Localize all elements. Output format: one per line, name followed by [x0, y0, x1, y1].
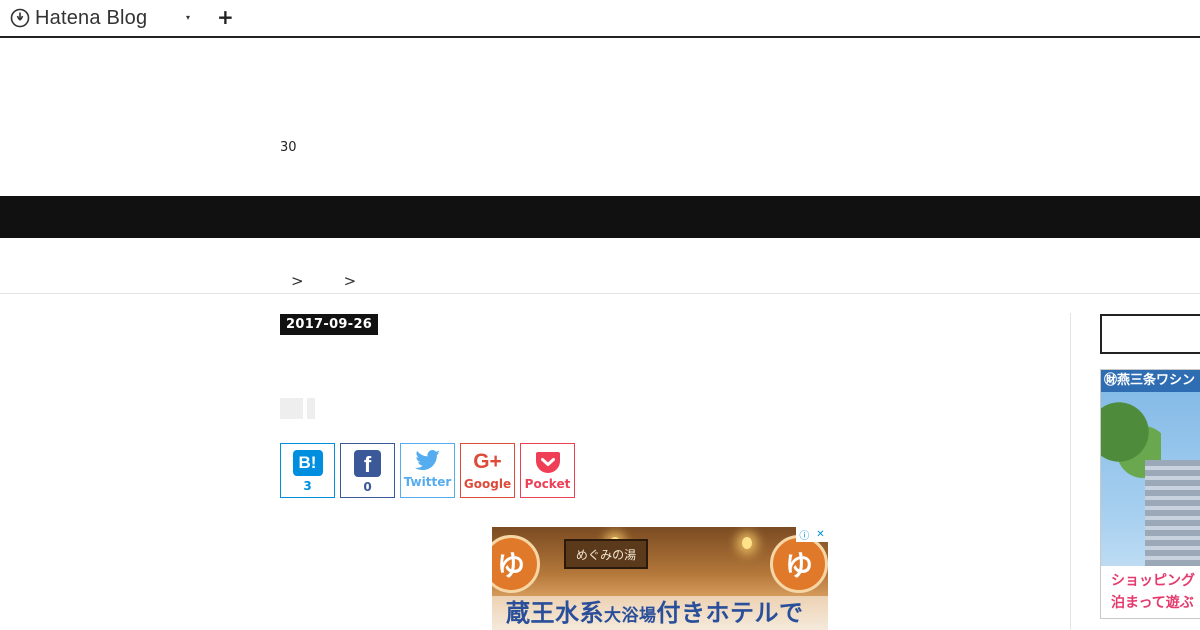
- breadcrumb-separator: >: [291, 272, 304, 290]
- hatena-bookmark-count: 3: [303, 479, 312, 493]
- pocket-icon: [535, 452, 560, 473]
- sidebar-search-input[interactable]: [1100, 314, 1200, 354]
- ad-close-icon[interactable]: ✕: [816, 529, 824, 540]
- title-placeholder: [280, 398, 303, 419]
- twitter-bird-icon: [414, 450, 440, 471]
- breadcrumb-separator: >: [343, 272, 357, 290]
- facebook-share-count: 0: [363, 480, 372, 494]
- facebook-share-button[interactable]: f 0: [340, 443, 395, 498]
- ad-headline: 蔵王水系大浴場付きホテルで: [506, 593, 804, 628]
- add-plus-icon[interactable]: +: [217, 6, 234, 28]
- pocket-label: Pocket: [524, 477, 571, 491]
- sidebar-advertisement[interactable]: ㊖燕三条ワシン ショッピング 泊まって遊ぶ: [1100, 369, 1200, 619]
- twitter-share-button[interactable]: Twitter: [400, 443, 455, 498]
- breadcrumb-link-home[interactable]: [279, 276, 283, 290]
- onsen-mark-icon: ゆ: [770, 535, 828, 593]
- facebook-icon: f: [354, 450, 381, 477]
- title-placeholder: [307, 398, 315, 419]
- google-plus-icon: G+: [473, 450, 502, 473]
- pocket-share-button[interactable]: Pocket: [520, 443, 575, 498]
- onsen-mark-icon: ゆ: [492, 535, 540, 593]
- ad-copy-line: ショッピング: [1111, 573, 1195, 589]
- ad-copy-line: 泊まって遊ぶ: [1111, 595, 1194, 611]
- breadcrumb-link-category[interactable]: [316, 276, 336, 290]
- hatena-blog-logo[interactable]: Hatena Blog: [10, 5, 147, 31]
- ad-headline-part: 付きホテルで: [656, 599, 804, 627]
- dropdown-caret-icon[interactable]: ▾: [186, 13, 190, 22]
- adchoices[interactable]: ⓘ ✕: [796, 527, 828, 542]
- ad-copy: ショッピング 泊まって遊ぶ: [1101, 566, 1200, 618]
- hatena-bookmark-button[interactable]: B! 3: [280, 443, 335, 498]
- ad-headline-part: 蔵王水系: [506, 599, 604, 627]
- advertisement-banner[interactable]: ゆ めぐみの湯 ゆ 蔵王水系大浴場付きホテルで ⓘ ✕: [492, 527, 828, 630]
- ad-brand-label: ㊖燕三条ワシン: [1101, 370, 1200, 392]
- ad-sign: めぐみの湯: [564, 539, 648, 569]
- ad-headline-part: 大浴場: [604, 606, 657, 626]
- share-buttons: B! 3 f 0 Twitter G+ Google Pocket: [280, 443, 575, 498]
- google-plus-share-button[interactable]: G+ Google: [460, 443, 515, 498]
- global-header: Hatena Blog ▾ +: [0, 0, 1200, 38]
- blog-header-text: 30: [280, 140, 297, 155]
- building-decoration: [1145, 460, 1200, 570]
- adchoices-info-icon[interactable]: ⓘ: [799, 527, 809, 542]
- global-nav-bar: [0, 196, 1200, 238]
- breadcrumb: > >: [279, 270, 356, 290]
- google-label: Google: [463, 477, 512, 491]
- entry-date[interactable]: 2017-09-26: [280, 314, 379, 335]
- sidebar-divider: [1070, 313, 1071, 630]
- lamp-decoration: [742, 537, 752, 549]
- logo-text: Hatena Blog: [35, 6, 148, 29]
- hatena-bookmark-icon: B!: [292, 450, 323, 476]
- divider: [0, 293, 1200, 294]
- twitter-label: Twitter: [403, 475, 452, 489]
- hatena-logo-icon: [10, 8, 30, 28]
